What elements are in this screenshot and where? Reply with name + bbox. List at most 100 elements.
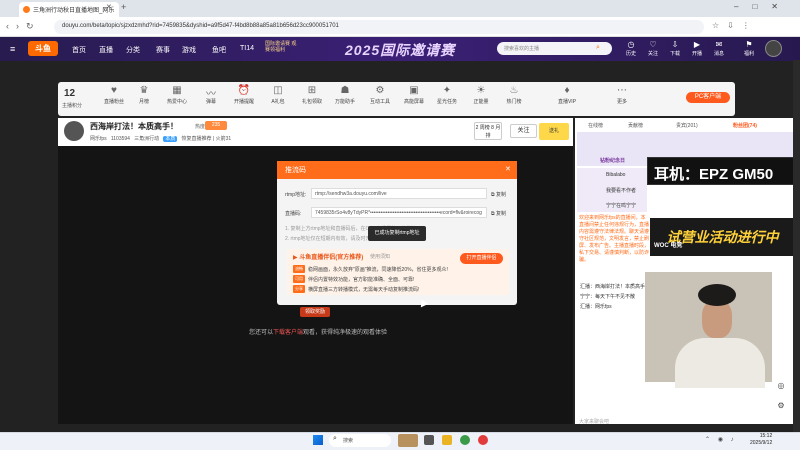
tool-star-task[interactable]: ✦ 星光任务: [432, 85, 462, 105]
host-name[interactable]: 网乐fps: [90, 136, 107, 142]
usage-link[interactable]: 使用须知: [370, 253, 390, 260]
tab-online[interactable]: 在线榜: [588, 122, 603, 129]
tool-interact[interactable]: ⚙ 互动工具: [365, 85, 395, 105]
download-client-link[interactable]: 下载客户端: [273, 330, 303, 336]
address-input[interactable]: douyu.com/beta/topic/sjzxdzmhd?rid=74598…: [54, 20, 704, 34]
fan-item[interactable]: Bibalabo: [606, 172, 625, 178]
tab-fans[interactable]: 粉丝团(74): [733, 122, 757, 129]
nav-item-category[interactable]: 分类: [126, 45, 140, 55]
promo-text: 伴侣内置特效功能，官方职能准确、全面、可靠!: [308, 277, 415, 283]
tool-more[interactable]: ⋯ 更多: [607, 85, 637, 105]
system-tray[interactable]: ⌃ ◉ ♪: [705, 436, 737, 443]
nav-item-home[interactable]: 首页: [72, 45, 86, 55]
browser-tab[interactable]: 三角洲行动秋日直播地图_网乐: [19, 2, 119, 17]
claim-button[interactable]: 领取奖励: [300, 307, 330, 317]
app-icon[interactable]: [478, 435, 488, 445]
tool-screen[interactable]: ▣ 高能屏幕: [399, 85, 429, 105]
fan-item[interactable]: 宁宁在鸣宁宁: [606, 202, 636, 209]
window-controls[interactable]: –□✕: [734, 2, 792, 11]
taskbar-search[interactable]: 搜索: [329, 434, 391, 447]
nav-item-ti14[interactable]: TI14: [240, 45, 254, 52]
tool-assistant[interactable]: ☗ 万能助手: [330, 85, 360, 105]
tool-energy[interactable]: ☀ 正能量: [466, 85, 496, 105]
room-id: 1103594: [110, 136, 130, 142]
browser-toolbar-icons[interactable]: ☆⇩⋮: [712, 21, 758, 30]
open-companion-button[interactable]: 打开直播伴侣: [460, 253, 503, 264]
taskbar-clock[interactable]: 15:12 2025/9/12: [750, 433, 772, 447]
room-extra: 恢复直播推荐 | 火箭31: [181, 136, 232, 142]
file-explorer-icon[interactable]: [442, 435, 452, 445]
promo-link[interactable]: 国际邀请赛 观赛领福利: [265, 41, 299, 53]
close-tab-icon[interactable]: ✕: [106, 3, 112, 11]
level-label: 主播积分: [62, 103, 83, 109]
tool-label: 星光任务: [436, 99, 457, 105]
menu-icon[interactable]: ≡: [10, 44, 15, 54]
promo-title-text: 斗鱼直播伴侣(官方推荐): [299, 255, 364, 261]
nav-buttons[interactable]: ‹›↻: [6, 21, 41, 32]
game-name[interactable]: 三角洲行动: [134, 136, 159, 142]
nav-item-yuba[interactable]: 鱼吧: [212, 45, 226, 55]
search-highlight-image[interactable]: [398, 434, 418, 447]
douyu-logo[interactable]: 斗鱼: [28, 41, 58, 56]
dialog-title: 推流码: [277, 161, 517, 179]
clock-time: 15:12: [759, 433, 773, 439]
windows-start-icon[interactable]: [313, 435, 323, 445]
event-banner[interactable]: 2025国际邀请赛: [345, 40, 455, 60]
stream-code-field[interactable]: 7459835rSo4v8yTdyPR*••••••••••••••••••••…: [311, 207, 487, 218]
tool-label: 直播VIP: [557, 99, 577, 105]
pc-client-button[interactable]: PC客户端: [686, 92, 730, 103]
gift-icon[interactable]: ⚑: [740, 40, 758, 49]
follow-button[interactable]: 关注: [510, 124, 537, 138]
user-avatar[interactable]: [765, 40, 782, 57]
copy-rtmp-button[interactable]: ⧉ 复制: [491, 191, 506, 198]
message-icon[interactable]: ✉: [710, 40, 728, 49]
hint-post: 观看，获得纯净极速的观看体验: [303, 330, 388, 336]
room-title: 西海岸打法！本质高手！: [90, 122, 178, 131]
chat-side-tools[interactable]: ◎ ⚙: [774, 376, 788, 416]
nav-item-live[interactable]: 直播: [99, 45, 113, 55]
tool-gift-pack[interactable]: ◫ A礼包: [263, 85, 293, 105]
download-icon[interactable]: ⇩: [666, 40, 684, 49]
douyu-favicon-icon: [23, 6, 30, 13]
history-icon[interactable]: ◷: [622, 40, 640, 49]
page-scrollbar[interactable]: [793, 60, 800, 432]
promo-text: 横屏直播三方转播模式，无需每天手动复制推流码!: [308, 287, 420, 293]
tool-label: 开播提醒: [233, 99, 254, 105]
new-tab-icon[interactable]: +: [121, 2, 126, 12]
nav-item-events[interactable]: 赛事: [156, 45, 170, 55]
search-input[interactable]: 搜索喜欢的主播: [497, 42, 612, 55]
tab-vip[interactable]: 贵宾(201): [676, 122, 698, 129]
tool-hot-rank[interactable]: ♨ 热门榜: [499, 85, 529, 105]
tool-reminder[interactable]: ⏰ 开播提醒: [229, 85, 259, 105]
task-view-icon[interactable]: [424, 435, 434, 445]
chrome-icon[interactable]: [460, 435, 470, 445]
tool-barrage[interactable]: 〰弹幕: [196, 85, 226, 105]
tool-label: 高能屏幕: [403, 99, 424, 105]
nav-item-games[interactable]: 游戏: [182, 45, 196, 55]
close-icon[interactable]: ✕: [505, 165, 511, 173]
search-icon[interactable]: ⌕: [596, 44, 600, 52]
tool-love-center[interactable]: ▦ 热爱中心: [162, 85, 192, 105]
chat-input[interactable]: 大家来聊会吧: [579, 418, 609, 425]
tool-vip[interactable]: ♦ 直播VIP: [552, 85, 582, 105]
fan-item[interactable]: 我要看不作者: [606, 187, 636, 194]
chat-message: 汇播：西海岸打法！本质高手！: [580, 284, 651, 290]
energy-icon: ☀: [476, 85, 486, 96]
rank-box[interactable]: 2 周榜 8 月排: [474, 122, 502, 140]
broadcast-icon[interactable]: ▶: [688, 40, 706, 49]
tool-claim[interactable]: ⊞ 礼包领取: [297, 85, 327, 105]
webcam-person-hair: [698, 284, 736, 306]
copy-code-button[interactable]: ⧉ 复制: [491, 210, 506, 217]
tool-label: 礼包领取: [301, 99, 322, 105]
tool-fans[interactable]: ♥ 直播粉丝: [99, 85, 129, 105]
tool-month-rank[interactable]: ♛ 月榜: [129, 85, 159, 105]
tab-contrib[interactable]: 贡献榜: [628, 122, 643, 129]
follow-icon[interactable]: ♡: [644, 40, 662, 49]
host-avatar[interactable]: [64, 121, 84, 141]
tool-label: 互动工具: [369, 99, 390, 105]
tool-label: A礼包: [271, 99, 285, 105]
copy-label: 复制: [495, 192, 506, 198]
fire-icon: ♨: [509, 85, 519, 96]
gift-button[interactable]: 送礼: [539, 123, 569, 140]
rtmp-field[interactable]: rtmp://sendhw3a.douyu.com/live: [311, 188, 487, 199]
